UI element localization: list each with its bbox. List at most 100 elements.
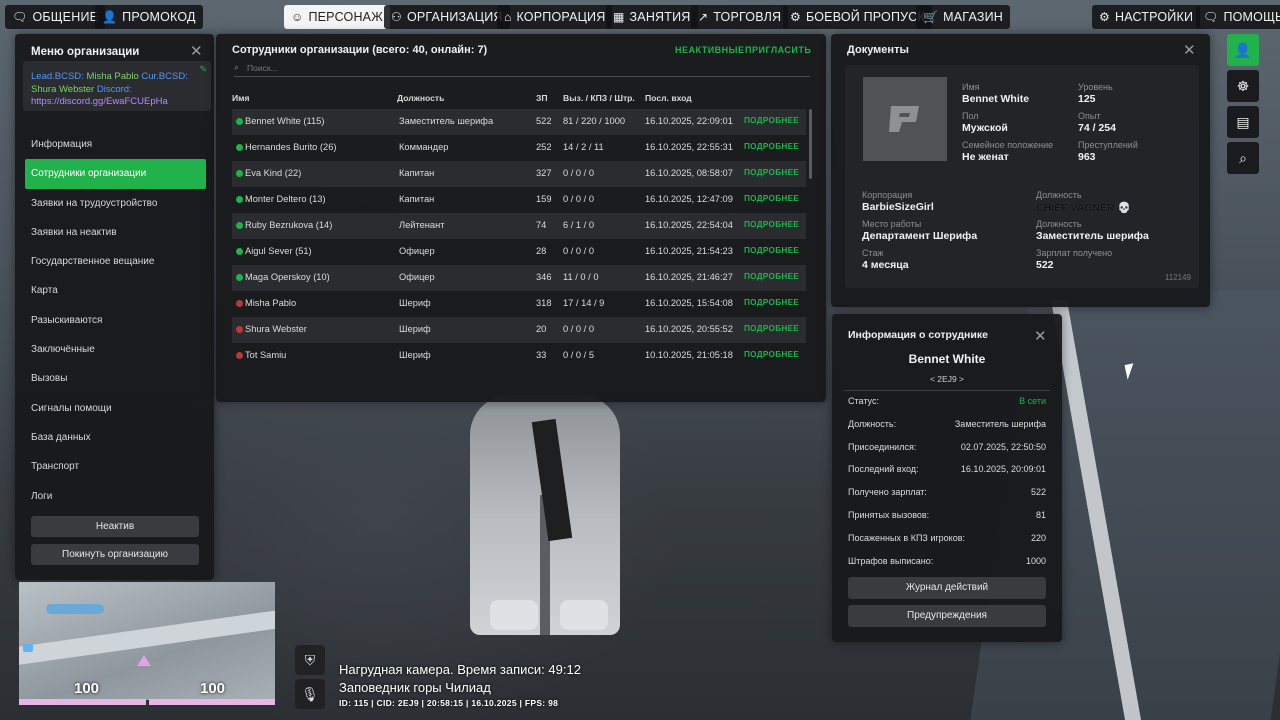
menu-item[interactable]: Вызовы: [25, 364, 206, 393]
documents-panel: Документы ✕ Имя Bennet White Уровень 125…: [831, 34, 1210, 307]
menu-item[interactable]: Транспорт: [25, 452, 206, 481]
menu-item[interactable]: Логи: [25, 482, 206, 511]
details-link[interactable]: ПОДРОБНЕЕ: [744, 298, 799, 307]
details-link[interactable]: ПОДРОБНЕЕ: [744, 246, 799, 255]
nav-profile-button[interactable]: ☺ ПЕРСОНАЖ: [284, 5, 390, 29]
details-link[interactable]: ПОДРОБНЕЕ: [744, 116, 799, 125]
document-icon[interactable]: ▤: [1227, 106, 1259, 138]
menu-item[interactable]: Государственное вещание: [25, 247, 206, 276]
info-key: Присоединился:: [848, 441, 917, 452]
menu-item[interactable]: Заключённые: [25, 335, 206, 364]
motd-cur-label: Cur.BCSD:: [141, 71, 188, 82]
details-link[interactable]: ПОДРОБНЕЕ: [744, 168, 799, 177]
close-icon[interactable]: ✕: [1034, 327, 1047, 345]
cell-position: Капитан: [399, 194, 435, 204]
nav-chat-button[interactable]: 🗨 ОБЩЕНИЕ: [5, 5, 106, 29]
nav-label: КОРПОРАЦИЯ: [516, 10, 606, 24]
info-value: 522: [1030, 487, 1046, 498]
nav-chart-button[interactable]: ↗ ТОРГОВЛЯ: [691, 5, 789, 29]
menu-item[interactable]: Разыскиваются: [25, 306, 206, 335]
motd-cur-name: Shura Webster: [31, 83, 95, 95]
cell-position: Офицер: [399, 272, 435, 282]
employee-name: Bennet White: [908, 352, 986, 366]
microphone-icon[interactable]: 🎙: [295, 679, 325, 709]
table-row[interactable]: Ruby Bezrukova (14) Лейтенант 74 6 / 1 / 0 1…: [232, 213, 806, 239]
shield-icon[interactable]: ⛨: [295, 645, 325, 675]
details-link[interactable]: ПОДРОБНЕЕ: [744, 324, 799, 333]
menu-item[interactable]: База данных: [25, 423, 206, 452]
info-value: 81: [1035, 510, 1046, 520]
search-input[interactable]: [245, 61, 750, 74]
table-row[interactable]: Tot Samiu Шериф 33 0 / 0 / 5 10.10.2025, 21:…: [232, 343, 806, 369]
table-row[interactable]: Misha Pablo Шериф 318 17 / 14 / 9 16.10.2025…: [232, 291, 806, 317]
name-value: Bennet White: [962, 93, 1030, 105]
info-row: Статус: В сети: [848, 396, 1046, 410]
menu-item[interactable]: Карта: [25, 276, 206, 305]
invite-link[interactable]: ПРИГЛАСИТЬ: [745, 45, 811, 55]
menu-item[interactable]: Сигналы помощи: [25, 394, 206, 423]
corp-position-value: CHIEF VAGNER 💀: [1036, 201, 1131, 214]
table-row[interactable]: Eva Kind (22) Капитан 327 0 / 0 / 0 16.10.20…: [232, 161, 806, 187]
scrollbar[interactable]: [809, 109, 812, 179]
nav-cart-button[interactable]: 🛒 МАГАЗИН: [916, 5, 1010, 29]
inactive-link[interactable]: НЕАКТИВНЫЕ: [675, 45, 745, 55]
cell-last: 16.10.2025, 12:47:09: [645, 194, 733, 204]
motd-discord-link[interactable]: https://discord.gg/EwaFCUEpHa: [31, 96, 168, 107]
user-icon[interactable]: 👤: [1227, 34, 1259, 66]
minimap: [19, 582, 275, 700]
info-value: 16.10.2025, 20:09:01: [960, 464, 1046, 475]
table-header: Имя Должность ЗП Выз. / КПЗ / Штр. Посл.…: [232, 93, 812, 107]
table-row[interactable]: Maga Operskoy (10) Офицер 346 11 / 0 / 0 16.…: [232, 265, 806, 291]
info-value: 02.07.2025, 22:50:50: [960, 441, 1046, 452]
table-row[interactable]: Aigul Sever (51) Офицер 28 0 / 0 / 0 16.10.2…: [232, 239, 806, 265]
details-link[interactable]: ПОДРОБНЕЕ: [744, 272, 799, 281]
employees-title: Сотрудники организации (всего: 40, онлай…: [232, 44, 488, 56]
menu-item[interactable]: Заявки на неактив: [25, 218, 206, 247]
employee-info-title: Информация о сотруднике: [848, 329, 988, 341]
cell-salary: 327: [536, 168, 552, 178]
cell-stats: 6 / 1 / 0: [563, 220, 595, 230]
cell-salary: 159: [536, 194, 552, 204]
details-link[interactable]: ПОДРОБНЕЕ: [744, 350, 799, 359]
offline-status-icon: [236, 300, 243, 307]
nav-settings-button[interactable]: ⚙ НАСТРОЙКИ: [1092, 5, 1201, 29]
nav-label: ПЕРСОНАЖ: [308, 10, 383, 24]
table-row[interactable]: Bennet White (115) Заместитель шерифа 522 8…: [232, 109, 806, 135]
cell-stats: 11 / 0 / 0: [563, 272, 599, 282]
menu-item[interactable]: Сотрудники организации: [25, 159, 206, 189]
close-icon[interactable]: ✕: [1183, 41, 1196, 59]
table-row[interactable]: Monter Deltero (13) Капитан 159 0 / 0 / 0 16…: [232, 187, 806, 213]
employee-search[interactable]: ⌕: [234, 59, 810, 77]
info-value: Заместитель шерифа: [954, 418, 1046, 429]
nav-gear-badge-button[interactable]: ⚙ БОЕВОЙ ПРОПУСК: [783, 5, 932, 29]
group-icon: ⚇: [391, 10, 402, 24]
details-link[interactable]: ПОДРОБНЕЕ: [744, 194, 799, 203]
inactive-button[interactable]: Неактив: [31, 516, 199, 537]
menu-item[interactable]: Информация: [25, 130, 206, 159]
edit-icon[interactable]: ✎: [199, 63, 207, 76]
corp-value: BarbieSizeGirl: [862, 201, 934, 213]
action-log-button[interactable]: Журнал действий: [848, 577, 1046, 599]
nav-help-button[interactable]: 🗨 ПОМОЩЬ: [1196, 5, 1280, 29]
details-link[interactable]: ПОДРОБНЕЕ: [744, 220, 799, 229]
warnings-button[interactable]: Предупреждения: [848, 605, 1046, 627]
table-row[interactable]: Shura Webster Шериф 20 0 / 0 / 0 16.10.2025,…: [232, 317, 806, 343]
work-position-value: Заместитель шерифа: [1036, 230, 1149, 242]
nav-group-button[interactable]: ⚇ ОРГАНИЗАЦИЯ: [384, 5, 510, 29]
table-row[interactable]: Hernandes Burito (26) Коммандер 252 14 / 2 …: [232, 135, 806, 161]
cell-stats: 0 / 0 / 0: [563, 246, 595, 256]
leave-org-button[interactable]: Покинуть организацию: [31, 544, 199, 565]
document-card: Имя Bennet White Уровень 125 Пол Мужской…: [845, 65, 1199, 288]
magnifier-icon[interactable]: ⌕: [1227, 142, 1259, 174]
details-link[interactable]: ПОДРОБНЕЕ: [744, 142, 799, 151]
nav-calendar-button[interactable]: ▦ ЗАНЯТИЯ: [606, 5, 698, 29]
work-value: Департамент Шерифа: [862, 230, 978, 242]
cell-name: Bennet White (115): [245, 116, 325, 126]
steering-wheel-icon[interactable]: ☸: [1227, 70, 1259, 102]
close-icon[interactable]: ✕: [190, 42, 203, 60]
menu-item[interactable]: Заявки на трудоустройство: [25, 189, 206, 218]
nav-person-button[interactable]: 👤 ПРОМОКОД: [95, 5, 203, 29]
nav-building-button[interactable]: ⌂ КОРПОРАЦИЯ: [497, 5, 613, 29]
cell-name: Maga Operskoy (10): [245, 272, 330, 282]
header-salary: ЗП: [536, 93, 548, 103]
